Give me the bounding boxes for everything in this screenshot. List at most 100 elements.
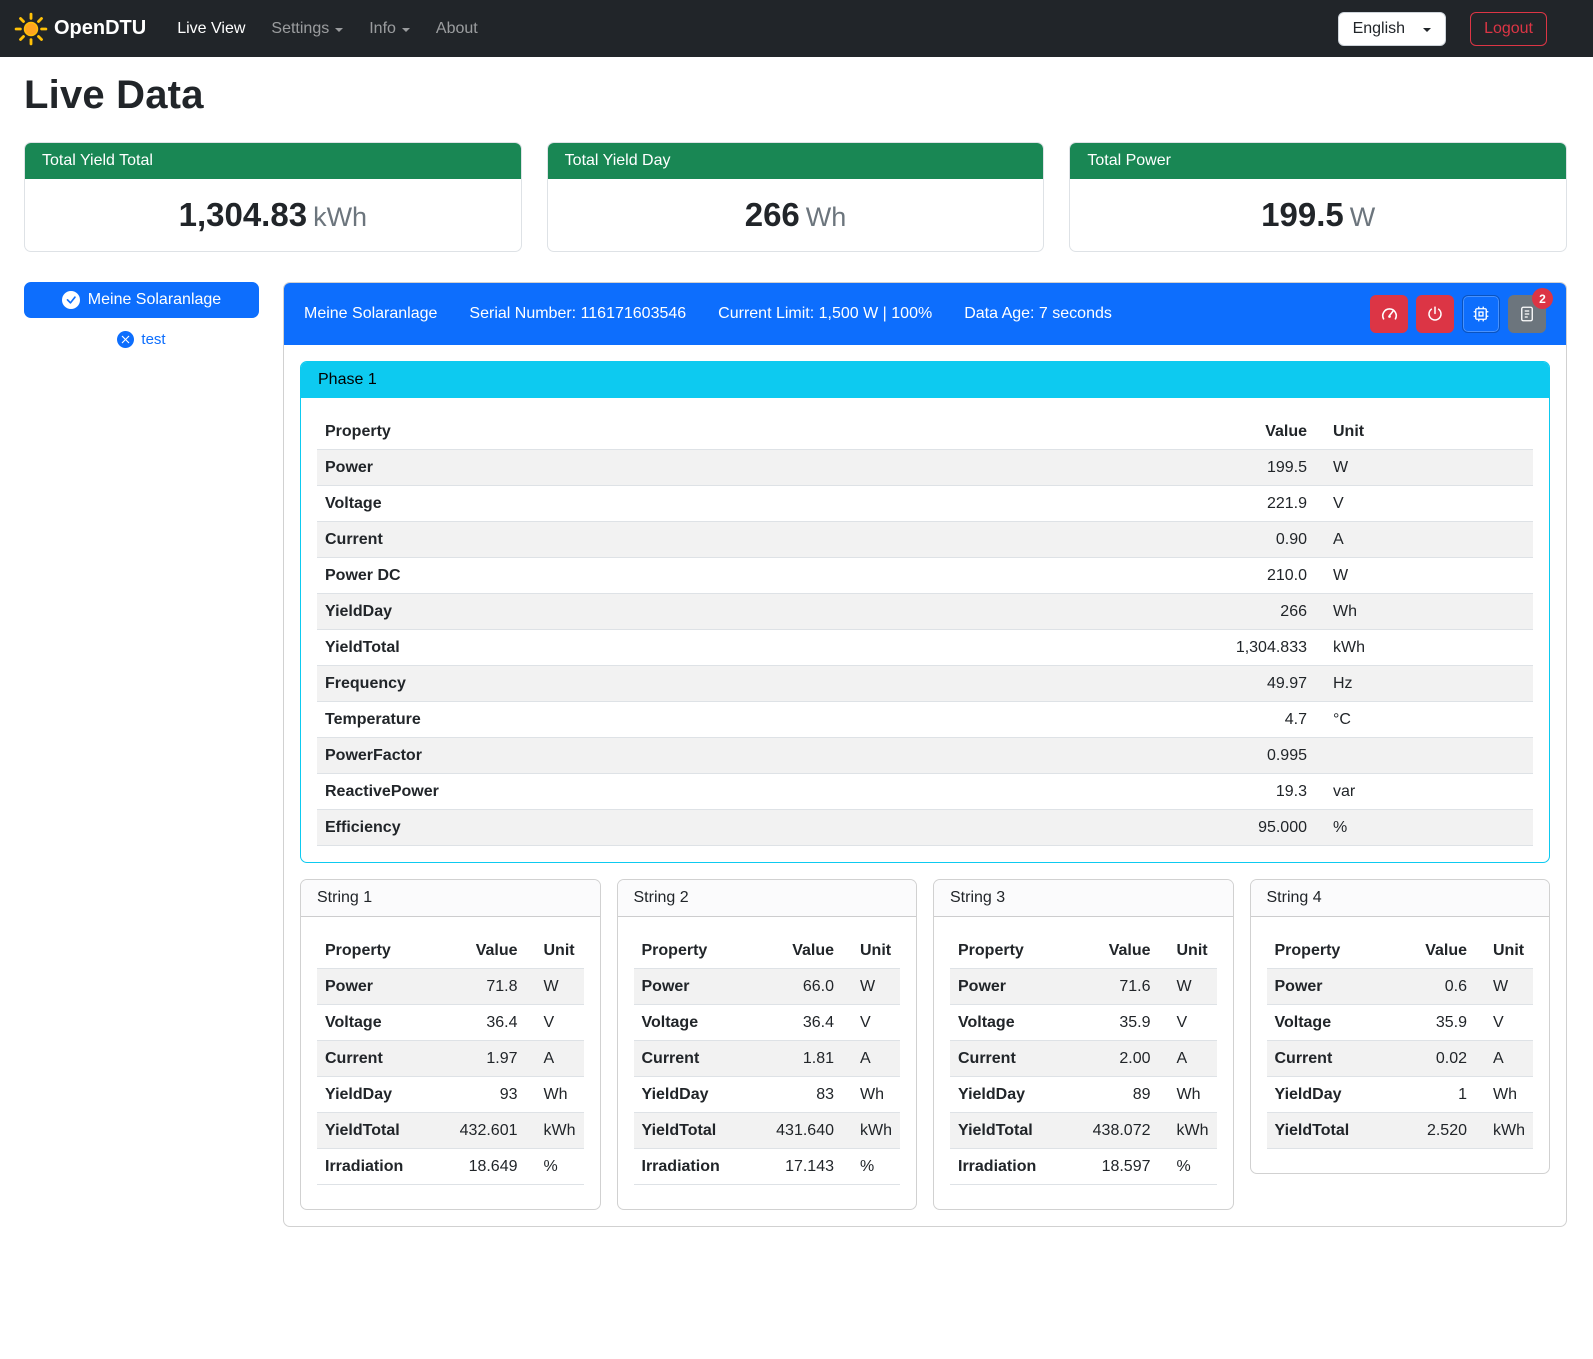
- table-row: YieldTotal431.640kWh: [634, 1113, 901, 1149]
- nav-item-label: Live View: [177, 20, 245, 38]
- table-header-row: Property Value Unit: [317, 933, 584, 969]
- table-row: YieldDay93Wh: [317, 1077, 584, 1113]
- brand-label: OpenDTU: [54, 17, 146, 40]
- total-yield-total-value: 1,304.83: [179, 196, 307, 233]
- inverter-sidebar: Meine Solaranlage test: [24, 282, 259, 348]
- table-header-row: Property Value Unit: [317, 414, 1533, 450]
- property-cell: YieldTotal: [317, 630, 1175, 666]
- device-info-button[interactable]: [1462, 295, 1500, 333]
- column-header-property: Property: [634, 933, 757, 969]
- inverter-select-button[interactable]: Meine Solaranlage: [24, 282, 259, 318]
- unit-cell: [1315, 738, 1533, 774]
- property-cell: YieldDay: [317, 594, 1175, 630]
- unit-cell: %: [1159, 1149, 1217, 1185]
- language-label: English: [1353, 20, 1405, 38]
- logout-button[interactable]: Logout: [1470, 12, 1547, 46]
- string-1-card: String 1 Property Value Unit: [300, 879, 601, 1210]
- column-header-property: Property: [317, 414, 1175, 450]
- value-cell: 66.0: [756, 969, 842, 1005]
- total-yield-total-card: Total Yield Total 1,304.83kWh: [24, 142, 522, 252]
- phase-table: Property Value Unit Power199.5WVoltage22…: [317, 414, 1533, 846]
- value-cell: 266: [1175, 594, 1315, 630]
- property-cell: Irradiation: [950, 1149, 1073, 1185]
- inverter-data-age: Data Age: 7 seconds: [964, 305, 1112, 323]
- value-cell: 0.6: [1389, 969, 1475, 1005]
- event-log-button[interactable]: 2: [1508, 295, 1546, 333]
- total-power-unit: W: [1350, 202, 1375, 232]
- unit-cell: kWh: [842, 1113, 900, 1149]
- power-toggle-button[interactable]: [1416, 295, 1454, 333]
- table-row: Power66.0W: [634, 969, 901, 1005]
- nav-item-info[interactable]: Info: [359, 12, 420, 46]
- brand[interactable]: OpenDTU: [14, 12, 146, 46]
- unit-cell: W: [1475, 969, 1533, 1005]
- inverter-name: Meine Solaranlage: [304, 305, 437, 323]
- value-cell: 17.143: [756, 1149, 842, 1185]
- unit-cell: V: [1315, 486, 1533, 522]
- value-cell: 71.6: [1073, 969, 1159, 1005]
- property-cell: Power: [950, 969, 1073, 1005]
- nav-item-about[interactable]: About: [426, 12, 488, 46]
- unit-cell: V: [526, 1005, 584, 1041]
- property-cell: Power: [317, 450, 1175, 486]
- event-log-icon: [1518, 305, 1536, 323]
- property-cell: Power: [1267, 969, 1390, 1005]
- value-cell: 35.9: [1389, 1005, 1475, 1041]
- card-value: 199.5W: [1070, 179, 1566, 251]
- property-cell: Current: [950, 1041, 1073, 1077]
- value-cell: 438.072: [1073, 1113, 1159, 1149]
- string-3-card: String 3 Property Value Unit: [933, 879, 1234, 1210]
- nav-item-settings[interactable]: Settings: [261, 12, 353, 46]
- table-row: Current1.97A: [317, 1041, 584, 1077]
- string-2-card: String 2 Property Value Unit: [617, 879, 918, 1210]
- property-cell: Current: [1267, 1041, 1390, 1077]
- unit-cell: Wh: [526, 1077, 584, 1113]
- unit-cell: W: [1159, 969, 1217, 1005]
- unit-cell: kWh: [1315, 630, 1533, 666]
- value-cell: 18.649: [440, 1149, 526, 1185]
- value-cell: 36.4: [440, 1005, 526, 1041]
- table-row: Power71.8W: [317, 969, 584, 1005]
- total-yield-day-value: 266: [745, 196, 800, 233]
- property-cell: Efficiency: [317, 810, 1175, 846]
- string-title: String 2: [618, 880, 917, 917]
- check-circle-icon: [62, 291, 80, 309]
- unit-cell: Wh: [842, 1077, 900, 1113]
- inverter-card-body: Phase 1 Property Value Unit: [284, 345, 1566, 1226]
- inverter-item-test[interactable]: test: [24, 331, 259, 348]
- table-header-row: Property Value Unit: [950, 933, 1217, 969]
- property-cell: Current: [634, 1041, 757, 1077]
- value-cell: 19.3: [1175, 774, 1315, 810]
- nav-item-label: Info: [369, 20, 396, 38]
- unit-cell: Hz: [1315, 666, 1533, 702]
- column-header-unit: Unit: [1315, 414, 1533, 450]
- table-row: YieldTotal438.072kWh: [950, 1113, 1217, 1149]
- column-header-value: Value: [1389, 933, 1475, 969]
- property-cell: YieldTotal: [1267, 1113, 1390, 1149]
- chevron-down-icon: [335, 28, 343, 32]
- unit-cell: V: [1475, 1005, 1533, 1041]
- value-cell: 36.4: [756, 1005, 842, 1041]
- string-1-table: Property Value Unit Power71.8WVoltage36.…: [317, 933, 584, 1185]
- sun-icon: [14, 12, 48, 46]
- table-row: Current0.90A: [317, 522, 1533, 558]
- language-select[interactable]: English: [1338, 12, 1446, 46]
- property-cell: YieldTotal: [317, 1113, 440, 1149]
- value-cell: 95.000: [1175, 810, 1315, 846]
- value-cell: 89: [1073, 1077, 1159, 1113]
- column-header-value: Value: [1175, 414, 1315, 450]
- summary-cards-row: Total Yield Total 1,304.83kWh Total Yiel…: [24, 142, 1567, 252]
- property-cell: YieldDay: [317, 1077, 440, 1113]
- value-cell: 35.9: [1073, 1005, 1159, 1041]
- table-row: YieldTotal1,304.833kWh: [317, 630, 1533, 666]
- property-cell: Voltage: [634, 1005, 757, 1041]
- value-cell: 83: [756, 1077, 842, 1113]
- nav-item-live-view[interactable]: Live View: [167, 12, 255, 46]
- property-cell: Power DC: [317, 558, 1175, 594]
- unit-cell: A: [1475, 1041, 1533, 1077]
- value-cell: 431.640: [756, 1113, 842, 1149]
- value-cell: 210.0: [1175, 558, 1315, 594]
- value-cell: 4.7: [1175, 702, 1315, 738]
- column-header-value: Value: [1073, 933, 1159, 969]
- limit-settings-button[interactable]: [1370, 295, 1408, 333]
